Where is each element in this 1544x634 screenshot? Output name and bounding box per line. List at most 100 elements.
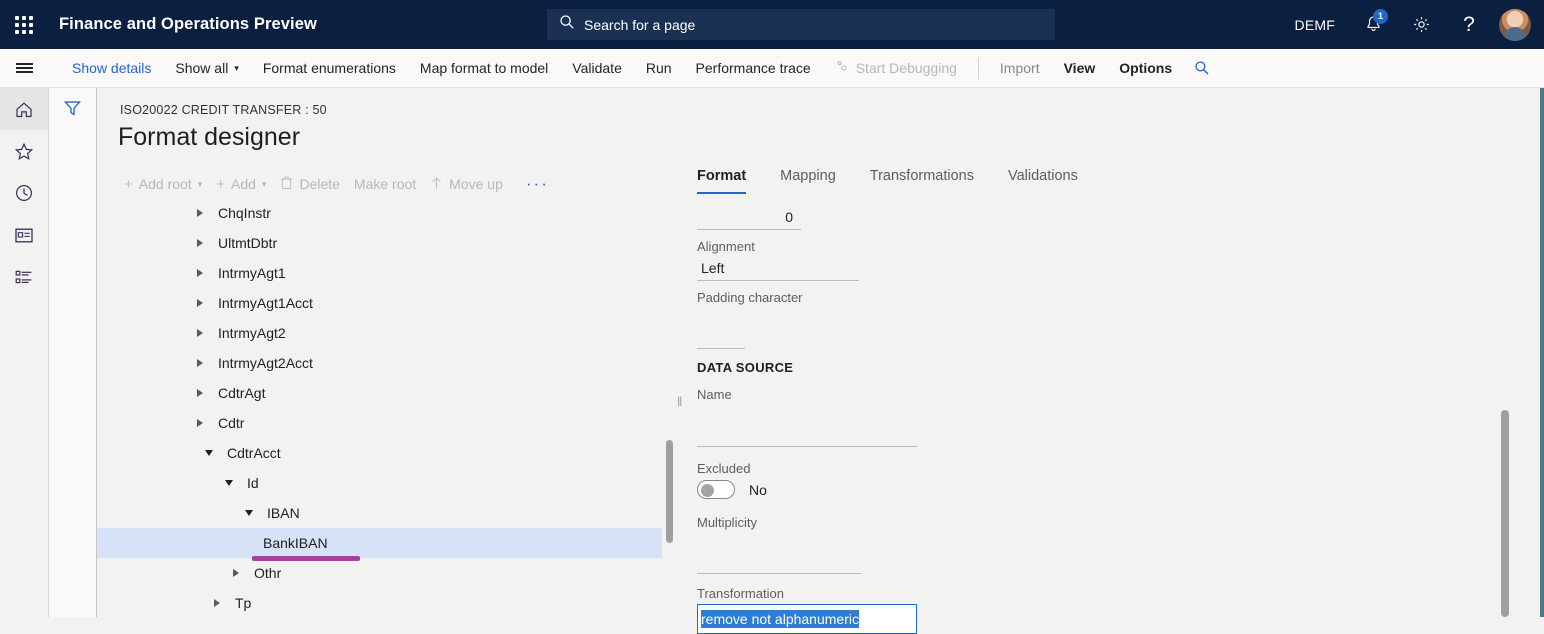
length-input[interactable] bbox=[697, 206, 801, 230]
chevron-right-icon[interactable] bbox=[193, 359, 207, 367]
chevron-right-icon[interactable] bbox=[193, 299, 207, 307]
tree-node-label: Cdtr bbox=[218, 415, 244, 431]
name-label: Name bbox=[697, 387, 1544, 402]
search-input[interactable]: Search for a page bbox=[547, 9, 1055, 40]
tab-transformations[interactable]: Transformations bbox=[870, 168, 991, 194]
sidebar-item-recent[interactable] bbox=[0, 172, 48, 214]
command-show-all[interactable]: Show all▾ bbox=[163, 54, 250, 82]
tree-node[interactable]: Tp bbox=[97, 588, 672, 617]
padding-character-input[interactable] bbox=[697, 325, 745, 349]
user-avatar[interactable] bbox=[1499, 9, 1531, 41]
designer-toolbar: + Add root ▾ + Add ▾ Delete Make root Mo… bbox=[121, 169, 560, 199]
question-mark-icon[interactable]: ? bbox=[1445, 0, 1493, 49]
command-run[interactable]: Run bbox=[634, 54, 684, 82]
alignment-label: Alignment bbox=[697, 239, 1544, 254]
label: Show all bbox=[175, 60, 228, 76]
command-import[interactable]: Import bbox=[988, 54, 1052, 82]
tab-validations[interactable]: Validations bbox=[1008, 168, 1095, 194]
tree-node[interactable]: Id bbox=[97, 468, 672, 498]
chevron-right-icon[interactable] bbox=[193, 239, 207, 247]
sidebar-item-modules[interactable] bbox=[0, 256, 48, 298]
chevron-down-icon[interactable] bbox=[202, 450, 216, 456]
detail-pane-scrollbar[interactable] bbox=[1501, 404, 1509, 617]
label: Make root bbox=[354, 176, 416, 192]
add-button: + Add ▾ bbox=[213, 171, 277, 197]
tree-node[interactable]: IntrmyAgt1Acct bbox=[97, 288, 672, 318]
plus-icon: + bbox=[124, 177, 133, 192]
gear-icon[interactable] bbox=[1397, 0, 1445, 49]
chevron-down-icon[interactable] bbox=[242, 510, 256, 516]
divider bbox=[978, 58, 979, 79]
tree-node-label: BankIBAN bbox=[263, 535, 328, 551]
command-map-format-to-model[interactable]: Map format to model bbox=[408, 54, 560, 82]
make-root-button: Make root bbox=[351, 171, 427, 197]
multiplicity-input[interactable] bbox=[697, 550, 861, 574]
tree-node[interactable]: IntrmyAgt1 bbox=[97, 258, 672, 288]
tab-format[interactable]: Format bbox=[697, 168, 763, 194]
command-view[interactable]: View bbox=[1052, 54, 1108, 82]
overflow-menu-button[interactable]: ··· bbox=[514, 169, 560, 199]
tree-node[interactable]: IntrmyAgt2Acct bbox=[97, 348, 672, 378]
tree-node[interactable]: IBAN bbox=[97, 498, 672, 528]
command-format-enumerations[interactable]: Format enumerations bbox=[251, 54, 408, 82]
panel-splitter-handle[interactable]: ‖ bbox=[677, 394, 685, 410]
hamburger-menu-icon[interactable] bbox=[0, 49, 48, 88]
tree-node[interactable]: IntrmyAgt2 bbox=[97, 318, 672, 348]
chevron-right-icon[interactable] bbox=[229, 569, 243, 577]
chevron-right-icon[interactable] bbox=[193, 209, 207, 217]
tree-node-label: IBAN bbox=[267, 505, 300, 521]
tree-node-label: CdtrAcct bbox=[227, 445, 281, 461]
tree-node-label: IntrmyAgt1 bbox=[218, 265, 286, 281]
chevron-right-icon[interactable] bbox=[193, 269, 207, 277]
transformation-label: Transformation bbox=[697, 586, 1544, 601]
detail-scrollbar-thumb[interactable] bbox=[1501, 410, 1509, 617]
chevron-right-icon[interactable] bbox=[193, 329, 207, 337]
chevron-right-icon[interactable] bbox=[210, 599, 224, 607]
label: Delete bbox=[299, 176, 339, 192]
tree-node[interactable]: UltmtDbtr bbox=[97, 228, 672, 258]
label: Start Debugging bbox=[856, 60, 957, 76]
tree-node[interactable]: CdtrAcct bbox=[97, 438, 672, 468]
label: Validate bbox=[572, 60, 622, 76]
sidebar-item-home[interactable] bbox=[0, 88, 48, 130]
tree-node[interactable]: Cdtr bbox=[97, 408, 672, 438]
debug-gear-icon bbox=[835, 59, 850, 77]
label: Add root bbox=[139, 176, 192, 192]
excluded-toggle[interactable] bbox=[697, 480, 735, 499]
name-input[interactable] bbox=[697, 423, 917, 447]
sidebar-item-favorites[interactable] bbox=[0, 130, 48, 172]
command-validate[interactable]: Validate bbox=[560, 54, 634, 82]
tree-node[interactable]: CdtrAgt bbox=[97, 378, 672, 408]
bell-icon[interactable]: 1 bbox=[1349, 0, 1397, 49]
sidebar-item-workspaces[interactable] bbox=[0, 214, 48, 256]
detail-tabs: Format Mapping Transformations Validatio… bbox=[697, 168, 1112, 194]
tree-node[interactable]: Othr bbox=[97, 558, 672, 588]
tab-mapping[interactable]: Mapping bbox=[780, 168, 853, 194]
label: Add bbox=[231, 176, 256, 192]
chevron-right-icon[interactable] bbox=[193, 389, 207, 397]
tree-node-selected[interactable]: BankIBAN bbox=[97, 528, 662, 558]
excluded-toggle-row: No bbox=[697, 480, 1544, 499]
trash-icon bbox=[280, 175, 293, 193]
command-search-icon[interactable] bbox=[1194, 60, 1210, 76]
transformation-input[interactable]: remove not alphanumeric bbox=[697, 604, 917, 634]
tree-scrollbar-thumb[interactable] bbox=[666, 440, 673, 543]
filter-funnel-icon[interactable] bbox=[49, 88, 96, 128]
alignment-input[interactable] bbox=[697, 257, 859, 281]
label: Validations bbox=[1008, 168, 1078, 184]
page-title: Format designer bbox=[118, 123, 300, 152]
chevron-right-icon[interactable] bbox=[193, 419, 207, 427]
top-navigation-bar: Finance and Operations Preview Search fo… bbox=[0, 0, 1544, 49]
command-performance-trace[interactable]: Performance trace bbox=[684, 54, 823, 82]
tree-scrollbar[interactable] bbox=[666, 434, 673, 612]
chevron-down-icon[interactable] bbox=[222, 480, 236, 486]
tree-node[interactable]: ChqInstr bbox=[97, 198, 672, 228]
label: Show details bbox=[72, 60, 151, 76]
command-bar-items: Show details Show all▾ Format enumeratio… bbox=[60, 53, 1210, 83]
command-options[interactable]: Options bbox=[1107, 54, 1184, 82]
app-title: Finance and Operations Preview bbox=[59, 15, 317, 34]
command-start-debugging: Start Debugging bbox=[823, 53, 969, 83]
waffle-grid-icon[interactable] bbox=[0, 0, 48, 49]
command-show-details[interactable]: Show details bbox=[60, 54, 163, 82]
company-selector[interactable]: DEMF bbox=[1281, 17, 1349, 33]
